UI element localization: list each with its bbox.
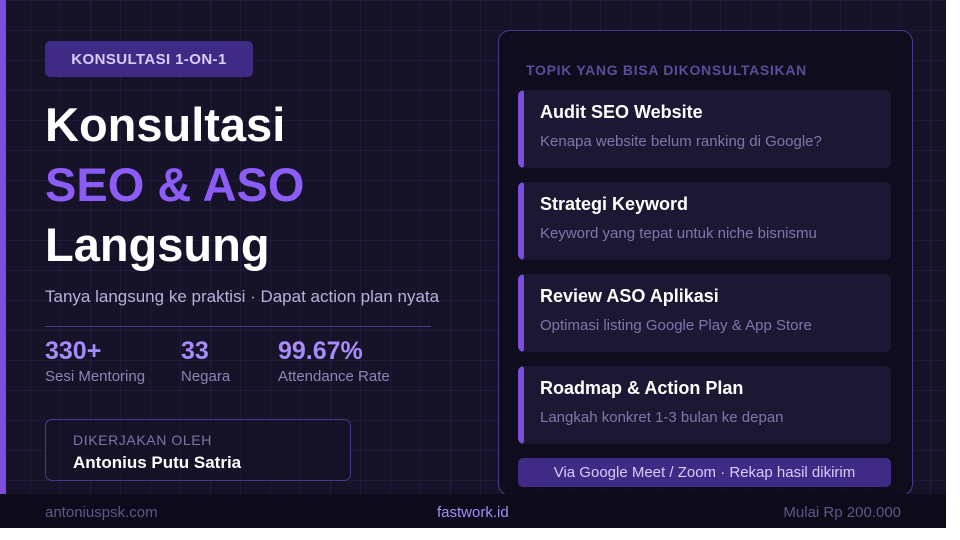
- stat-sessions: 330+ Sesi Mentoring: [45, 337, 146, 385]
- footer-bar: antoniuspsk.com fastwork.id Mulai Rp 200…: [0, 494, 946, 528]
- author-name: Antonius Putu Satria: [73, 453, 242, 472]
- topics-panel-title: TOPIK YANG BISA DIKONSULTASIKAN: [526, 62, 807, 78]
- author-box: DIKERJAKAN OLEH Antonius Putu Satria: [45, 419, 351, 481]
- stat-value: 99.67%: [278, 337, 363, 365]
- divider: [45, 326, 431, 327]
- stat-countries: 33 Negara: [181, 337, 231, 385]
- topic-title: Audit SEO Website: [540, 102, 703, 122]
- delivery-note: Via Google Meet / Zoom · Rekap hasil dik…: [518, 458, 891, 487]
- left-accent-bar: [0, 0, 6, 494]
- footer-website: antoniuspsk.com: [45, 504, 158, 521]
- topic-subtitle: Keyword yang tepat untuk niche bisnismu: [540, 225, 817, 242]
- stat-label: Negara: [181, 367, 231, 385]
- stat-attendance: 99.67% Attendance Rate: [278, 337, 390, 385]
- tagline: Tanya langsung ke praktisi · Dapat actio…: [45, 287, 440, 306]
- topic-card-keyword-strategy: Strategi Keyword Keyword yang tepat untu…: [518, 182, 891, 260]
- stat-label: Attendance Rate: [278, 367, 390, 385]
- author-caption: DIKERJAKAN OLEH: [73, 432, 212, 448]
- topic-card-seo-audit: Audit SEO Website Kenapa website belum r…: [518, 90, 891, 168]
- topic-card-roadmap: Roadmap & Action Plan Langkah konkret 1-…: [518, 366, 891, 444]
- topic-accent-bar: [518, 366, 524, 444]
- topic-subtitle: Langkah konkret 1-3 bulan ke depan: [540, 409, 784, 426]
- topic-subtitle: Kenapa website belum ranking di Google?: [540, 133, 822, 150]
- headline-line-2: SEO & ASO: [45, 158, 305, 211]
- topic-accent-bar: [518, 274, 524, 352]
- promo-card: KONSULTASI 1-ON-1 Konsultasi SEO & ASO L…: [0, 0, 946, 528]
- topics-panel: TOPIK YANG BISA DIKONSULTASIKAN Audit SE…: [498, 30, 913, 496]
- topic-accent-bar: [518, 90, 524, 168]
- topic-title: Roadmap & Action Plan: [540, 378, 744, 398]
- stat-value: 330+: [45, 337, 102, 365]
- footer-platform: fastwork.id: [437, 504, 509, 521]
- topic-subtitle: Optimasi listing Google Play & App Store: [540, 317, 812, 334]
- headline-line-1: Konsultasi: [45, 98, 286, 151]
- topic-title: Review ASO Aplikasi: [540, 286, 719, 306]
- stat-value: 33: [181, 337, 209, 365]
- headline-line-3: Langsung: [45, 218, 270, 271]
- topic-title: Strategi Keyword: [540, 194, 689, 214]
- topic-card-aso-review: Review ASO Aplikasi Optimasi listing Goo…: [518, 274, 891, 352]
- stat-label: Sesi Mentoring: [45, 367, 146, 385]
- footer-price: Mulai Rp 200.000: [783, 504, 901, 521]
- topic-accent-bar: [518, 182, 524, 260]
- consultation-badge: KONSULTASI 1-ON-1: [45, 41, 253, 77]
